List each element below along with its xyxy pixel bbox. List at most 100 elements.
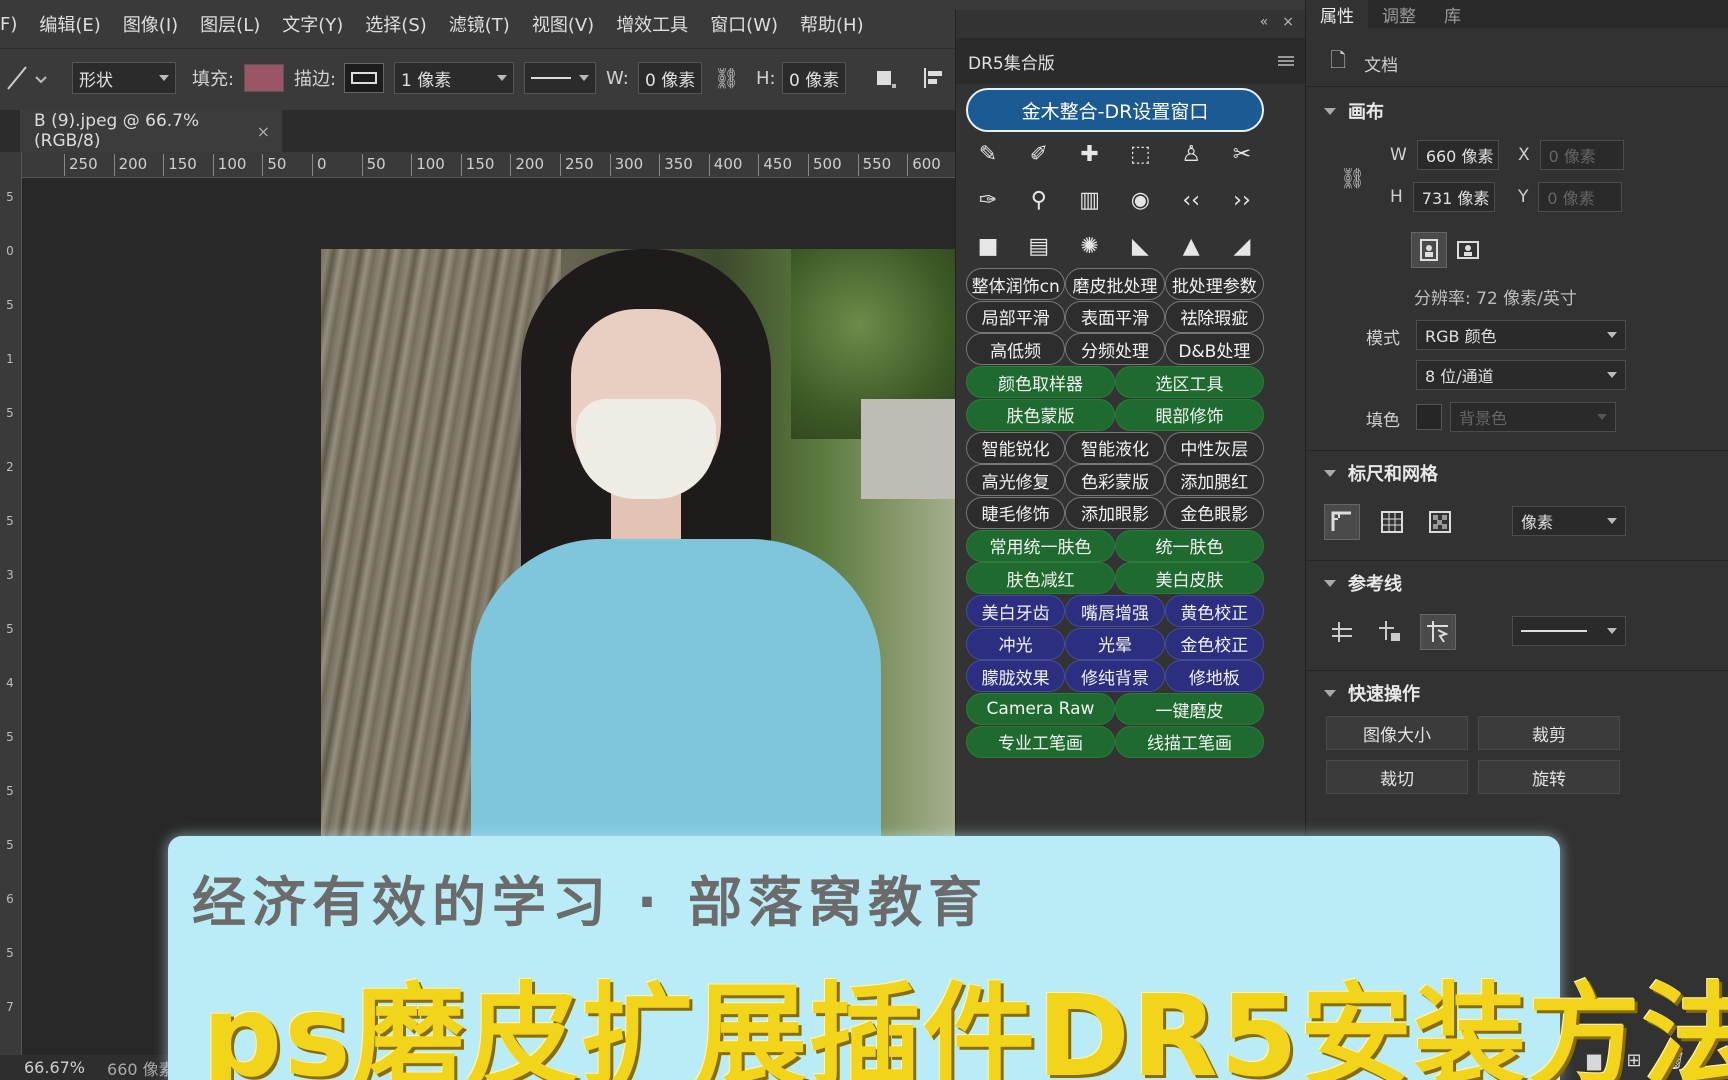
guide-style-select[interactable] — [1512, 616, 1626, 646]
document-tab[interactable]: B (9).jpeg @ 66.7%(RGB/8) × — [20, 110, 282, 152]
stroke-width-select[interactable]: 1 像素 — [394, 62, 514, 94]
dr5-action-button[interactable]: 高光修复 — [966, 464, 1066, 497]
dr5-action-button[interactable]: 添加腮红 — [1164, 464, 1264, 497]
menu-filter[interactable]: 滤镜(T) — [438, 11, 521, 37]
dr5-action-button[interactable]: 光晕 — [1065, 627, 1165, 660]
dr5-action-button[interactable]: 睫毛修饰 — [966, 496, 1066, 529]
crop-button[interactable]: 裁剪 — [1478, 716, 1620, 750]
quick-actions-section-header[interactable]: 快速操作 — [1324, 680, 1420, 706]
smart-guides-icon[interactable] — [1420, 614, 1456, 650]
tab-libraries[interactable]: 库 — [1430, 0, 1475, 28]
close-tab-icon[interactable]: × — [257, 122, 270, 141]
dr5-action-button[interactable]: 嘴唇增强 — [1065, 595, 1165, 627]
stroke-style-select[interactable] — [524, 62, 596, 94]
next-icon[interactable]: ›› — [1224, 182, 1260, 218]
eraser-icon[interactable]: ✐ — [1021, 136, 1057, 172]
midtone-levels-icon[interactable]: ▲ — [1173, 228, 1209, 264]
eye-icon[interactable]: ◉ — [1122, 182, 1158, 218]
stroke-swatch[interactable] — [344, 63, 384, 93]
dr5-action-button[interactable]: 中性灰层 — [1164, 431, 1264, 464]
link-dimensions-icon[interactable]: ⛓ — [1340, 166, 1365, 190]
dr5-action-button[interactable]: 整体润饰cn — [966, 268, 1066, 300]
ruler-toggle-icon[interactable] — [1324, 504, 1360, 540]
highlight-levels-icon[interactable]: ◢ — [1224, 228, 1260, 264]
menu-window[interactable]: 窗口(W) — [699, 11, 789, 37]
dr5-action-button[interactable]: 高低频 — [966, 333, 1066, 366]
pixel-grid-icon[interactable] — [1422, 504, 1458, 540]
dr5-action-button[interactable]: 黄色校正 — [1164, 595, 1264, 627]
shadow-levels-icon[interactable]: ◣ — [1122, 228, 1158, 264]
fill-color-swatch[interactable] — [244, 64, 284, 92]
dr5-action-button[interactable]: 祛除瑕疵 — [1164, 300, 1264, 333]
canvas-x-input[interactable]: 0 像素 — [1539, 140, 1624, 170]
guides-toggle-icon[interactable] — [1324, 614, 1360, 650]
width-input[interactable]: 0 像素 — [638, 62, 702, 94]
canvas-section-header[interactable]: 画布 — [1324, 98, 1384, 124]
dr5-action-button[interactable]: 磨皮批处理 — [1065, 268, 1165, 300]
dr5-action-button[interactable]: Camera Raw — [966, 693, 1115, 726]
dr5-action-button[interactable]: D&B处理 — [1164, 333, 1264, 366]
shape-mode-select[interactable]: 形状 — [72, 62, 176, 94]
menu-image[interactable]: 图像(I) — [112, 11, 189, 37]
color-mode-select[interactable]: RGB 颜色 — [1416, 320, 1626, 350]
paint-icon[interactable]: ✑ — [970, 182, 1006, 218]
brush-icon[interactable]: ✎ — [970, 136, 1006, 172]
dr5-action-button[interactable]: 眼部修饰 — [1115, 398, 1264, 431]
fill-color-swatch-props[interactable] — [1416, 404, 1442, 430]
dr5-action-button[interactable]: 常用统一肤色 — [966, 529, 1115, 562]
previous-icon[interactable]: ‹‹ — [1173, 182, 1209, 218]
dr5-action-button[interactable]: 肤色减红 — [966, 562, 1115, 595]
tab-properties[interactable]: 属性 — [1306, 0, 1368, 28]
menu-view[interactable]: 视图(V) — [521, 11, 605, 37]
dr5-action-button[interactable]: 智能液化 — [1065, 431, 1165, 464]
grid-toggle-icon[interactable] — [1374, 504, 1410, 540]
bandage-icon[interactable]: ✚ — [1072, 136, 1108, 172]
dr5-action-button[interactable]: 修纯背景 — [1065, 660, 1165, 693]
menu-type[interactable]: 文字(Y) — [271, 11, 354, 37]
rotate-button[interactable]: 旋转 — [1478, 760, 1620, 794]
link-icon[interactable]: ⛓ — [714, 61, 739, 95]
dr5-action-button[interactable]: 肤色蒙版 — [966, 398, 1115, 431]
dr5-action-button[interactable]: 选区工具 — [1115, 366, 1264, 399]
dr5-action-button[interactable]: 金色眼影 — [1164, 496, 1264, 529]
canvas-y-input[interactable]: 0 像素 — [1538, 182, 1623, 212]
dr5-action-button[interactable]: 冲光 — [966, 627, 1066, 660]
collapse-panel-icon[interactable]: « — [1260, 14, 1269, 30]
trim-button[interactable]: 裁切 — [1326, 760, 1468, 794]
dr5-action-button[interactable]: 表面平滑 — [1065, 300, 1165, 333]
dr5-action-button[interactable]: 色彩蒙版 — [1065, 464, 1165, 497]
fill-value-select[interactable]: 背景色 — [1450, 402, 1616, 432]
menu-layer[interactable]: 图层(L) — [189, 11, 271, 37]
tab-adjustments[interactable]: 调整 — [1368, 0, 1430, 28]
landscape-orientation-icon[interactable] — [1450, 232, 1486, 268]
canvas-width-input[interactable]: 660 像素 — [1416, 140, 1499, 170]
menu-plugins[interactable]: 增效工具 — [605, 11, 699, 37]
dr5-action-button[interactable]: 智能锐化 — [966, 431, 1066, 464]
white-square-icon[interactable]: ■ — [970, 228, 1006, 264]
dr5-action-button[interactable]: 颜色取样器 — [966, 366, 1115, 399]
dr5-action-button[interactable]: 一键磨皮 — [1115, 693, 1264, 726]
clone-stamp-icon[interactable]: ✂ — [1224, 136, 1260, 172]
path-ops-icon[interactable] — [874, 61, 898, 95]
dr5-action-button[interactable]: 线描工笔画 — [1115, 725, 1264, 758]
ruler-units-select[interactable]: 像素 — [1512, 506, 1626, 536]
portrait-orientation-icon[interactable] — [1411, 232, 1447, 268]
align-icon[interactable] — [922, 61, 946, 95]
dr-settings-button[interactable]: 金木整合-DR设置窗口 — [966, 88, 1264, 132]
dr5-action-button[interactable]: 金色校正 — [1164, 627, 1264, 660]
dr5-action-button[interactable]: 分频处理 — [1065, 333, 1165, 366]
menu-select[interactable]: 选择(S) — [354, 11, 437, 37]
dr5-action-button[interactable]: 朦胧效果 — [966, 660, 1066, 693]
dr5-action-button[interactable]: 美白皮肤 — [1115, 562, 1264, 595]
canvas-height-input[interactable]: 731 像素 — [1412, 182, 1495, 212]
line-tool-icon[interactable] — [4, 61, 48, 95]
dr5-action-button[interactable]: 批处理参数 — [1164, 268, 1264, 300]
menu-edit[interactable]: 编辑(E) — [28, 11, 111, 37]
dr5-action-button[interactable]: 专业工笔画 — [966, 725, 1115, 758]
zoom-icon[interactable]: ⚲ — [1021, 182, 1057, 218]
menu-help[interactable]: 帮助(H) — [789, 11, 875, 37]
lock-guides-icon[interactable] — [1372, 614, 1408, 650]
stamp-icon[interactable]: ♙ — [1173, 136, 1209, 172]
panel-menu-icon[interactable] — [1278, 56, 1294, 66]
height-input[interactable]: 0 像素 — [782, 62, 846, 94]
